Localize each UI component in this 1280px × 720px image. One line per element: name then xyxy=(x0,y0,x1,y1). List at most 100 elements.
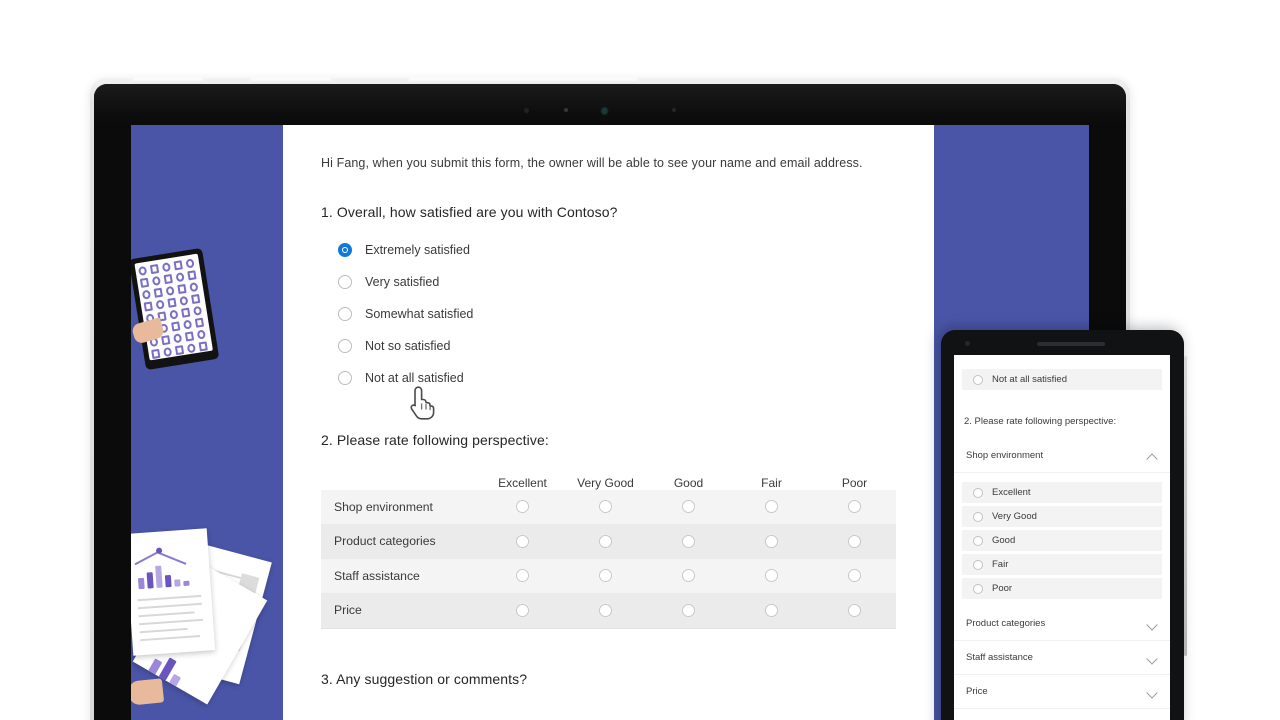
radio-icon[interactable] xyxy=(599,569,612,583)
matrix-cell[interactable] xyxy=(730,500,813,514)
radio-icon[interactable] xyxy=(599,603,612,617)
question-1-option[interactable]: Somewhat satisfied xyxy=(321,298,907,330)
hand-illustration xyxy=(131,678,165,706)
matrix-cell[interactable] xyxy=(647,500,730,514)
matrix-cell[interactable] xyxy=(564,603,647,617)
form-greeting: Hi Fang, when you submit this form, the … xyxy=(321,156,863,170)
document-illustration-chart-sheet xyxy=(131,528,216,656)
chevron-down-icon[interactable] xyxy=(1147,686,1158,697)
phone-rating-option-label: Good xyxy=(992,535,1016,546)
matrix-row-label: Shop environment xyxy=(334,499,433,514)
radio-icon[interactable] xyxy=(848,603,861,617)
matrix-cell[interactable] xyxy=(813,569,896,583)
sensor-icon xyxy=(564,108,568,112)
radio-icon[interactable] xyxy=(973,559,983,570)
chevron-up-icon[interactable] xyxy=(1147,450,1158,461)
radio-icon[interactable] xyxy=(682,534,695,548)
matrix-cell[interactable] xyxy=(813,500,896,514)
radio-icon[interactable] xyxy=(338,306,352,321)
radio-icon[interactable] xyxy=(599,534,612,548)
phone-option-label: Not at all satisfied xyxy=(992,374,1067,385)
matrix-cell[interactable] xyxy=(730,603,813,617)
phone-accordion-collapsed[interactable]: Price xyxy=(954,675,1170,709)
pointing-hand-cursor xyxy=(404,382,438,422)
phone-rating-option-label: Fair xyxy=(992,559,1009,570)
matrix-column-header: Excellent xyxy=(498,475,547,490)
matrix-cell[interactable] xyxy=(481,569,564,583)
matrix-cell[interactable] xyxy=(647,603,730,617)
radio-icon[interactable] xyxy=(848,500,861,514)
phone-expanded-options: Excellent Very Good Good Fair Poor xyxy=(954,482,1170,599)
phone-accordion-collapsed[interactable]: Product categories xyxy=(954,607,1170,641)
radio-icon[interactable] xyxy=(765,603,778,617)
question-3-title: 3. Any suggestion or comments? xyxy=(321,670,528,687)
phone-rating-option[interactable]: Fair xyxy=(962,554,1162,575)
matrix-row: Shop environment xyxy=(321,489,896,524)
matrix-cell[interactable] xyxy=(481,603,564,617)
phone-side-edge xyxy=(1184,356,1187,656)
matrix-cell[interactable] xyxy=(481,500,564,514)
radio-icon[interactable] xyxy=(516,500,529,514)
question-2-title: 2. Please rate following perspective: xyxy=(321,431,549,448)
question-1-title: 1. Overall, how satisfied are you with C… xyxy=(321,203,618,220)
phone-rating-option[interactable]: Good xyxy=(962,530,1162,551)
radio-icon[interactable] xyxy=(682,500,695,514)
phone-accordion-label: Product categories xyxy=(966,618,1046,629)
radio-icon[interactable] xyxy=(338,370,352,385)
matrix-cell[interactable] xyxy=(813,603,896,617)
phone-accordion-label: Staff assistance xyxy=(966,652,1033,663)
radio-icon[interactable] xyxy=(848,534,861,548)
matrix-cell[interactable] xyxy=(647,569,730,583)
matrix-cell[interactable] xyxy=(730,569,813,583)
question-1-option-label: Very satisfied xyxy=(365,274,440,289)
radio-icon[interactable] xyxy=(848,569,861,583)
matrix-bottom-border xyxy=(321,627,896,629)
radio-icon[interactable] xyxy=(516,569,529,583)
tablet-illustration-screen xyxy=(134,253,213,361)
form-canvas: Hi Fang, when you submit this form, the … xyxy=(283,125,934,720)
matrix-cell[interactable] xyxy=(730,534,813,548)
radio-icon[interactable] xyxy=(973,511,983,522)
question-1-option[interactable]: Not so satisfied xyxy=(321,330,907,362)
question-1-options: Extremely satisfied Very satisfied Somewha… xyxy=(321,234,907,394)
radio-icon[interactable] xyxy=(516,534,529,548)
phone-rating-option[interactable]: Very Good xyxy=(962,506,1162,527)
phone-device: Not at all satisfied 2. Please rate foll… xyxy=(941,330,1187,720)
matrix-cell[interactable] xyxy=(481,534,564,548)
phone-option-not-at-all-satisfied[interactable]: Not at all satisfied xyxy=(962,369,1162,390)
radio-icon[interactable] xyxy=(765,569,778,583)
matrix-cell[interactable] xyxy=(813,534,896,548)
question-1-option[interactable]: Very satisfied xyxy=(321,266,907,298)
phone-rating-option[interactable]: Excellent xyxy=(962,482,1162,503)
radio-icon[interactable] xyxy=(973,487,983,498)
radio-icon[interactable] xyxy=(682,603,695,617)
radio-icon[interactable] xyxy=(682,569,695,583)
radio-icon[interactable] xyxy=(973,535,983,546)
chevron-down-icon[interactable] xyxy=(1147,652,1158,663)
radio-icon[interactable] xyxy=(765,534,778,548)
matrix-cell[interactable] xyxy=(564,500,647,514)
matrix-column-header: Poor xyxy=(841,475,868,490)
phone-accordion-label: Shop environment xyxy=(966,450,1044,461)
radio-icon[interactable] xyxy=(765,500,778,514)
radio-icon[interactable] xyxy=(516,603,529,617)
mini-chart xyxy=(134,541,199,590)
matrix-cell[interactable] xyxy=(647,534,730,548)
front-camera-icon xyxy=(965,341,970,346)
rating-matrix-body: Shop environment Product categories Staff … xyxy=(321,489,896,628)
phone-rating-option[interactable]: Poor xyxy=(962,578,1162,599)
radio-icon[interactable] xyxy=(973,374,983,385)
radio-icon[interactable] xyxy=(599,500,612,514)
phone-accordion-shop-environment[interactable]: Shop environment xyxy=(954,439,1170,473)
radio-icon[interactable] xyxy=(973,583,983,594)
matrix-cell[interactable] xyxy=(564,569,647,583)
radio-icon[interactable] xyxy=(338,338,352,353)
question-1-option[interactable]: Extremely satisfied xyxy=(321,234,907,266)
question-1-option-label: Not so satisfied xyxy=(365,338,451,353)
chevron-down-icon[interactable] xyxy=(1147,618,1158,629)
radio-icon[interactable] xyxy=(338,274,352,289)
matrix-cell[interactable] xyxy=(564,534,647,548)
phone-accordion-label: Price xyxy=(966,686,988,697)
phone-accordion-collapsed[interactable]: Staff assistance xyxy=(954,641,1170,675)
radio-selected-icon[interactable] xyxy=(338,242,352,257)
